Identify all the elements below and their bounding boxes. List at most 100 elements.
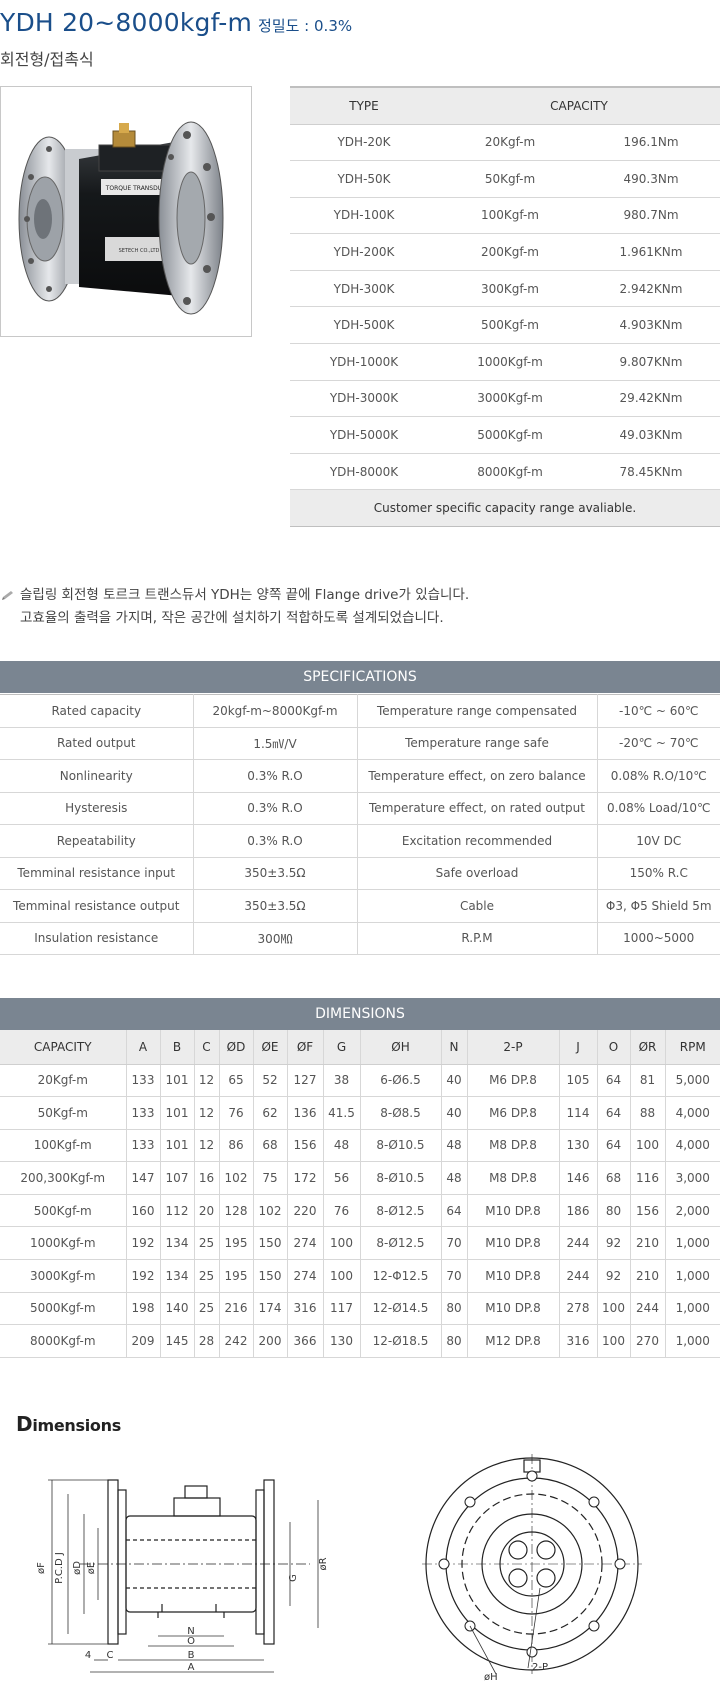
dimension-cell: M6 DP.8 (467, 1096, 560, 1130)
spec-row: Rated output 1.5㎷/V Temperature range safe… (0, 727, 720, 760)
dimension-cell: 70 (441, 1226, 468, 1261)
dimension-cell: 86 (219, 1129, 254, 1163)
spec-label: Temminal resistance output (0, 889, 194, 923)
dimension-cell: 100Kgf-m (0, 1129, 127, 1163)
spec-label: Rated output (0, 727, 194, 760)
dimension-cell: 2,000 (665, 1194, 720, 1228)
spec-row: Temminal resistance output 350±3.5Ω Cable Φ… (0, 889, 720, 923)
dimension-cell: 40 (441, 1096, 468, 1130)
dimension-cell: 244 (559, 1226, 598, 1261)
capacity-cell: 29.42KNm (582, 380, 720, 418)
dimension-row: 8000Kgf-m 209 145 28 242 200 366 130 12-Ø18.5 80 M… (0, 1324, 720, 1358)
dimension-cell: 100 (597, 1292, 631, 1326)
dimension-cell: 76 (323, 1194, 361, 1228)
dimension-cell: 1,000 (665, 1259, 720, 1293)
capacity-cell: 1000Kgf-m (438, 343, 582, 381)
dimension-cell: 3000Kgf-m (0, 1259, 127, 1293)
dimension-cell: 12-Ø14.5 (360, 1292, 442, 1326)
dimension-cell: 25 (194, 1226, 220, 1261)
spec-label: Nonlinearity (0, 759, 194, 793)
spec-value: 0.3% R.O (193, 824, 358, 858)
capacity-cell: YDH-50K (290, 160, 438, 198)
dimension-cell: 147 (126, 1161, 161, 1195)
dimension-cell: 3,000 (665, 1161, 720, 1195)
dimension-cell: M10 DP.8 (467, 1194, 560, 1228)
dimension-cell: M12 DP.8 (467, 1324, 560, 1358)
capacity-cell: 300Kgf-m (438, 270, 582, 308)
dimension-cell: 92 (597, 1226, 631, 1261)
spec-value: 300㏁ (193, 922, 358, 955)
spec-label: Temperature effect, on rated output (357, 792, 598, 825)
dimension-cell: 105 (559, 1064, 598, 1098)
label-O: O (187, 1636, 195, 1647)
dimension-cell: 68 (597, 1161, 631, 1195)
dimension-cell: 100 (323, 1226, 361, 1261)
spec-label: Insulation resistance (0, 922, 194, 955)
dimension-cell: 64 (597, 1064, 631, 1098)
capacity-cell: 100Kgf-m (438, 197, 582, 235)
dimension-cell: 1000Kgf-m (0, 1226, 127, 1261)
label-4: 4 (85, 1650, 91, 1661)
label-E: øE (86, 1562, 97, 1574)
spec-label: Repeatability (0, 824, 194, 858)
dimension-cell: 12 (194, 1096, 220, 1130)
capacity-row: YDH-100K 100Kgf-m 980.7Nm (290, 197, 720, 235)
dimension-cell: 70 (441, 1259, 468, 1293)
capacity-cell: 9.807KNm (582, 343, 720, 381)
dimension-cell: 25 (194, 1259, 220, 1293)
dimension-cell: 52 (253, 1064, 288, 1098)
spec-label: Temminal resistance input (0, 857, 194, 890)
dimension-cell: 172 (287, 1161, 324, 1195)
dimension-cell: 16 (194, 1161, 220, 1195)
capacity-cell: YDH-8000K (290, 453, 438, 491)
front-view-drawing: øH 2-P (422, 1454, 642, 1683)
dimension-cell: 80 (441, 1324, 468, 1358)
dimension-cell: M6 DP.8 (467, 1064, 560, 1098)
capacity-cell: YDH-20K (290, 124, 438, 162)
spec-label: Cable (357, 889, 598, 923)
spec-label: Excitation recommended (357, 824, 598, 858)
dimension-cell: 80 (597, 1194, 631, 1228)
capacity-cell: 2.942KNm (582, 270, 720, 308)
dimension-cell: M8 DP.8 (467, 1129, 560, 1163)
spec-value: 350±3.5Ω (193, 889, 358, 923)
label-G: G (288, 1574, 299, 1582)
column-header: N (441, 1030, 468, 1065)
drawing-heading: Dimensions (16, 1412, 121, 1436)
column-header: O (597, 1030, 631, 1065)
capacity-cell: 8000Kgf-m (438, 453, 582, 491)
spec-row: Rated capacity 20kgf-m~8000Kgf-m Temperatu… (0, 694, 720, 728)
dimension-row: 50Kgf-m 133 101 12 76 62 136 41.5 8-Ø8.5 40 M6 DP.… (0, 1096, 720, 1130)
dimension-cell: 102 (253, 1194, 288, 1228)
dimension-cell: 6-Ø6.5 (360, 1064, 442, 1098)
column-header: ØR (630, 1030, 666, 1065)
dimension-cell: 101 (160, 1129, 195, 1163)
column-header: ØH (360, 1030, 442, 1065)
dimension-cell: 8-Ø8.5 (360, 1096, 442, 1130)
column-header: CAPACITY (0, 1030, 127, 1065)
dimension-row: 20Kgf-m 133 101 12 65 52 127 38 6-Ø6.5 40 M6 DP.8 1… (0, 1064, 720, 1098)
dimension-cell: 64 (597, 1096, 631, 1130)
dimension-cell: 114 (559, 1096, 598, 1130)
spec-value: 1000~5000 (597, 922, 720, 955)
dimension-cell: 133 (126, 1096, 161, 1130)
dimension-cell: 216 (219, 1292, 254, 1326)
label-A: A (188, 1662, 195, 1673)
dimension-cell: 146 (559, 1161, 598, 1195)
dimension-cell: 20 (194, 1194, 220, 1228)
capacity-row: YDH-300K 300Kgf-m 2.942KNm (290, 270, 720, 308)
capacity-row: YDH-5000K 5000Kgf-m 49.03KNm (290, 416, 720, 454)
product-photo: TORQUE TRANSDUCER SETECH CO.,LTD (0, 86, 252, 337)
spec-value: 150% R.C (597, 857, 720, 890)
spec-value: 1.5㎷/V (193, 727, 358, 760)
dimension-cell: 150 (253, 1226, 288, 1261)
spec-value: 0.3% R.O (193, 759, 358, 793)
dimension-cell: 8-Ø12.5 (360, 1194, 442, 1228)
spec-row: Hysteresis 0.3% R.O Temperature effect, on… (0, 792, 720, 825)
spec-row: Nonlinearity 0.3% R.O Temperature effect, … (0, 759, 720, 793)
dimension-cell: 270 (630, 1324, 666, 1358)
dimension-cell: M10 DP.8 (467, 1292, 560, 1326)
dimension-cell: 65 (219, 1064, 254, 1098)
capacity-row: YDH-50K 50Kgf-m 490.3Nm (290, 160, 720, 198)
dimension-cell: 12-Ø18.5 (360, 1324, 442, 1358)
